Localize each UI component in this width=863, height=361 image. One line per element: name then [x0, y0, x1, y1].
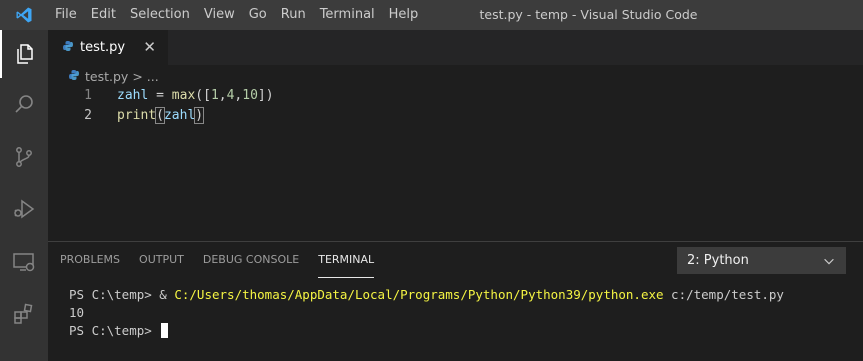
- code-token: (: [155, 107, 165, 124]
- tab-label: test.py: [80, 40, 126, 55]
- code-token: zahl: [163, 108, 196, 123]
- source-control-icon[interactable]: [0, 133, 48, 181]
- code-token: zahl: [117, 88, 149, 103]
- terminal-cursor: [161, 323, 169, 338]
- run-debug-icon[interactable]: [0, 185, 48, 233]
- line-source: zahl = max([1,4,10]): [117, 86, 274, 106]
- chevron-down-icon: [822, 254, 836, 272]
- breadcrumb-symbols[interactable]: ...: [147, 69, 159, 84]
- terminal-output[interactable]: PS C:\temp> & C:/Users/thomas/AppData/Lo…: [69, 286, 784, 340]
- terminal-arg: c:/temp/test.py: [663, 287, 784, 302]
- tab-debug-console[interactable]: DEBUG CONSOLE: [203, 242, 299, 278]
- code-line: 2 print(zahl): [48, 106, 863, 126]
- line-number: 1: [84, 88, 92, 103]
- terminal-output-line: 10: [69, 305, 85, 320]
- menu-terminal[interactable]: Terminal: [313, 0, 382, 30]
- activity-bar: [0, 30, 48, 361]
- title-bar: File Edit Selection View Go Run Terminal…: [0, 0, 863, 30]
- menu-run[interactable]: Run: [274, 0, 313, 30]
- breadcrumb-file[interactable]: test.py: [85, 69, 128, 84]
- editor-tab-bar: test.py ✕: [48, 30, 863, 65]
- code-token: ([: [195, 88, 211, 103]
- terminal-prompt: PS C:\temp> &: [69, 287, 175, 302]
- code-token: print: [117, 108, 157, 123]
- close-icon[interactable]: ✕: [143, 38, 156, 56]
- code-token: ]): [257, 88, 274, 103]
- line-number: 2: [84, 108, 92, 123]
- menu-help[interactable]: Help: [382, 0, 426, 30]
- code-line: 1 zahl = max([1,4,10]): [48, 86, 863, 106]
- explorer-icon[interactable]: [0, 30, 48, 78]
- breadcrumb-separator: >: [132, 68, 143, 84]
- code-token: 10: [242, 88, 258, 103]
- code-token: ): [194, 107, 205, 124]
- search-icon[interactable]: [0, 80, 48, 128]
- code-token: max: [171, 88, 196, 103]
- remote-explorer-icon[interactable]: [0, 238, 48, 286]
- terminal-exe-path: C:/Users/thomas/AppData/Local/Programs/P…: [174, 287, 664, 302]
- vscode-logo-icon: [0, 0, 48, 30]
- terminal-select-value: 2: Python: [687, 253, 749, 268]
- breadcrumb: test.py > ...: [48, 65, 863, 87]
- line-source: print(zahl): [117, 106, 205, 126]
- menu-view[interactable]: View: [197, 0, 242, 30]
- extensions-icon[interactable]: [0, 290, 48, 338]
- tab-test-py[interactable]: test.py ✕: [48, 30, 168, 65]
- menu-edit[interactable]: Edit: [84, 0, 123, 30]
- terminal-line: PS C:\temp> & C:/Users/thomas/AppData/Lo…: [69, 286, 784, 304]
- tab-terminal[interactable]: TERMINAL: [318, 242, 375, 278]
- terminal-line: PS C:\temp>: [69, 322, 784, 340]
- code-token: 1: [210, 88, 219, 103]
- menu-bar: File Edit Selection View Go Run Terminal…: [48, 0, 425, 30]
- tab-problems[interactable]: PROBLEMS: [60, 242, 120, 278]
- menu-go[interactable]: Go: [242, 0, 274, 30]
- terminal-select[interactable]: 2: Python: [677, 247, 846, 274]
- menu-selection[interactable]: Selection: [123, 0, 197, 30]
- panel-tab-bar: PROBLEMS OUTPUT DEBUG CONSOLE TERMINAL: [60, 242, 393, 278]
- menu-file[interactable]: File: [48, 0, 84, 30]
- python-file-icon: [68, 69, 80, 84]
- code-token: =: [148, 88, 172, 103]
- terminal-prompt: PS C:\temp>: [69, 323, 160, 338]
- bottom-panel: PROBLEMS OUTPUT DEBUG CONSOLE TERMINAL 2…: [48, 241, 863, 361]
- python-file-icon: [62, 40, 74, 56]
- tab-output[interactable]: OUTPUT: [139, 242, 184, 278]
- code-editor[interactable]: 1 zahl = max([1,4,10]) 2 print(zahl): [48, 86, 863, 126]
- code-token: ,: [218, 88, 227, 103]
